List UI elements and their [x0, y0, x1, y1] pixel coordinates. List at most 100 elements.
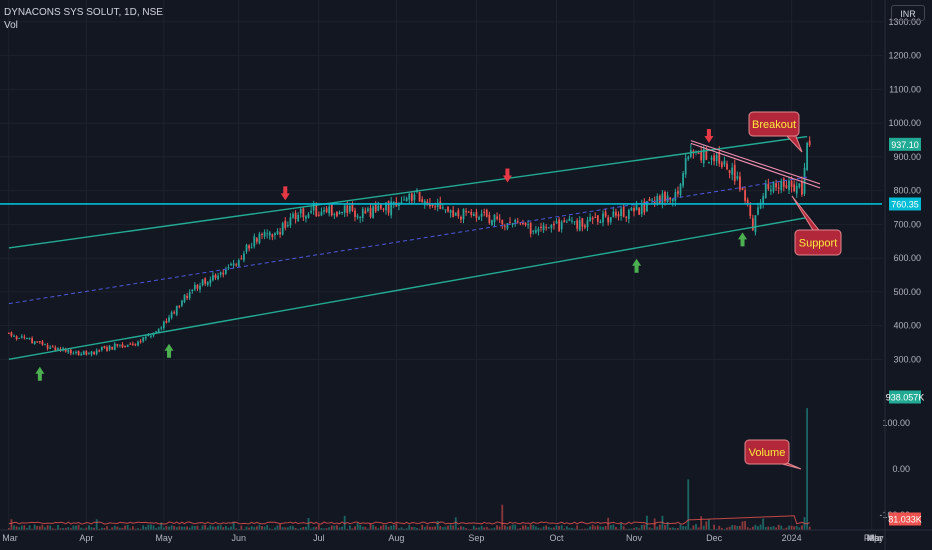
volume-bar	[444, 526, 447, 530]
candle-body	[488, 214, 491, 223]
volume-bar	[181, 526, 183, 530]
currency-button[interactable]: INR	[891, 5, 925, 21]
price-tag-text: 938.057K	[886, 393, 925, 403]
volume-bar	[472, 525, 475, 530]
candle-body	[656, 196, 659, 204]
candle-body	[744, 190, 746, 201]
volume-bar	[217, 525, 219, 530]
candle-body	[607, 217, 610, 223]
volume-bar	[596, 525, 599, 530]
candle-body	[501, 219, 504, 225]
volume-bar	[261, 526, 263, 530]
volume-bar	[255, 526, 258, 530]
candle-body	[627, 209, 630, 220]
volume-bar	[612, 524, 615, 530]
candle-body	[286, 225, 289, 227]
candle-body	[633, 207, 635, 212]
time-axis: Mar Apr May Jun Jul Aug Sep Oct Nov Dec 2024 FebMar…	[0, 529, 932, 550]
candle-body	[217, 275, 219, 279]
volume-bar	[751, 526, 754, 530]
volume-bar	[609, 525, 612, 530]
candle-body	[757, 207, 759, 215]
candle-body	[532, 230, 535, 232]
candle-body	[103, 346, 106, 348]
chart-header: DYNACONS SYS SOLUT, 1D, NSE Vol	[4, 6, 163, 32]
volume-bar	[594, 526, 597, 530]
volume-bar	[258, 524, 261, 530]
volume-bar	[356, 522, 359, 530]
candle-body	[751, 218, 754, 230]
candle-body	[129, 343, 132, 345]
candle-body	[609, 217, 612, 222]
volume-bar	[555, 525, 558, 530]
candle-body	[28, 337, 31, 339]
candle-body	[770, 189, 772, 192]
candle-body	[271, 234, 274, 238]
candle-body	[330, 204, 333, 216]
candle-body	[15, 336, 18, 340]
price-tick-label: 900.00	[893, 152, 921, 162]
price-volume-chart[interactable]: BreakoutSupportVolume1300.001200.001100.…	[0, 0, 932, 550]
candle-body	[547, 227, 550, 229]
candle-body	[250, 247, 253, 249]
volume-bar	[439, 526, 442, 530]
volume-bar	[436, 520, 439, 530]
candle-body	[635, 205, 638, 211]
volume-bar	[576, 525, 579, 530]
volume-bar	[426, 525, 429, 530]
volume-bar	[705, 521, 708, 530]
candle-body	[594, 217, 597, 219]
candle-body	[51, 346, 54, 348]
candle-body	[571, 220, 573, 222]
candle-body	[186, 295, 188, 299]
volume-bar	[150, 524, 152, 530]
candle-body	[527, 224, 529, 226]
candle-body	[253, 236, 256, 247]
volume-bar	[565, 526, 568, 530]
candle-body	[475, 211, 478, 218]
candle-body	[462, 208, 465, 220]
candle-body	[44, 344, 46, 346]
callout-label: Support	[799, 238, 838, 250]
candle-body	[708, 161, 710, 163]
volume-bar	[88, 525, 90, 530]
volume-bar	[514, 524, 517, 530]
volume-bar	[266, 524, 269, 530]
candle-body	[467, 211, 470, 213]
volume-bar	[744, 520, 746, 530]
volume-bar	[385, 525, 387, 530]
candle-body	[351, 203, 354, 211]
volume-bar	[317, 524, 320, 530]
candle-body	[193, 284, 196, 290]
volume-bar	[289, 525, 292, 530]
time-tick-label: Jul	[313, 533, 325, 543]
volume-bar	[739, 525, 741, 530]
candle-body	[77, 350, 80, 356]
candle-body	[356, 215, 359, 218]
candle-body	[346, 205, 349, 213]
candle-body	[121, 344, 124, 348]
candle-body	[175, 305, 178, 315]
time-tick-label: Nov	[626, 533, 643, 543]
price-tag-text: 760.35	[891, 199, 919, 209]
volume-bar	[793, 526, 796, 530]
volume-bar	[534, 526, 537, 530]
candle-body	[545, 227, 548, 229]
candle-body	[325, 208, 328, 213]
candle-body	[739, 176, 741, 190]
candle-body	[150, 335, 152, 337]
candle-body	[361, 208, 364, 218]
last-price-tag: 937.10	[889, 137, 921, 151]
candle-body	[602, 213, 604, 223]
candle-body	[90, 351, 93, 355]
candle-body	[524, 222, 527, 225]
candle-body	[57, 348, 59, 350]
volume-bar	[480, 525, 483, 530]
volume-bar	[77, 524, 80, 530]
candle-body	[731, 167, 734, 175]
candle-body	[297, 214, 300, 222]
candle-body	[400, 201, 403, 204]
candle-body	[294, 212, 297, 220]
volume-bar	[57, 524, 59, 530]
volume-bar	[460, 526, 462, 530]
